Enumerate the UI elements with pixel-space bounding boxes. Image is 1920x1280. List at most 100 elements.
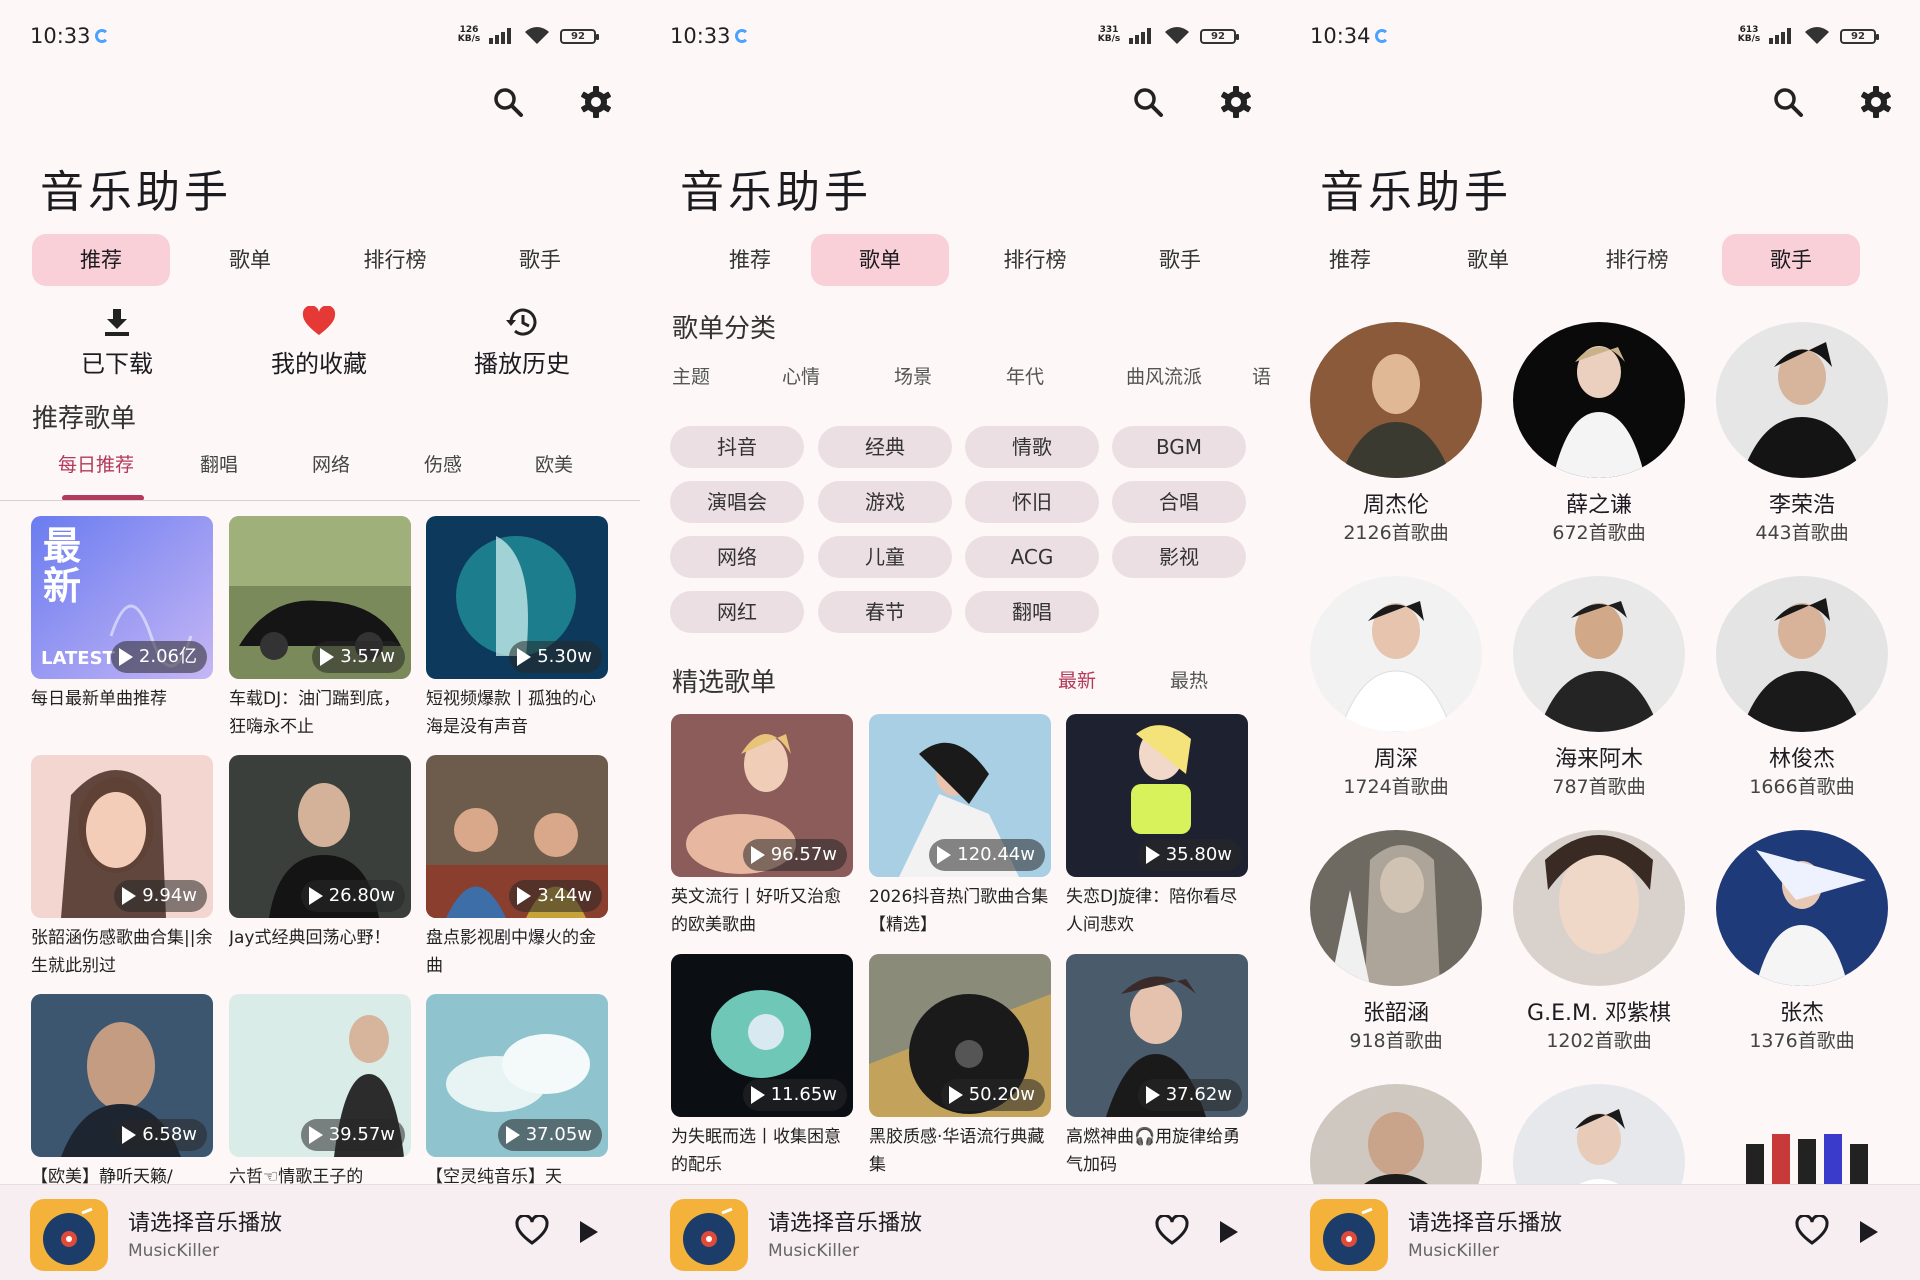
- playlist-card[interactable]: 96.57w 英文流行丨好听又治愈的欧美歌曲: [671, 714, 853, 939]
- artist-card[interactable]: 张韶涵 918首歌曲: [1310, 830, 1482, 1054]
- playlist-title: Jay式经典回荡心野！: [229, 928, 391, 948]
- subtab-cover[interactable]: 翻唱: [200, 450, 238, 477]
- artist-card[interactable]: 李荣浩 443首歌曲: [1716, 322, 1888, 546]
- sort-hottest[interactable]: 最热: [1170, 666, 1208, 693]
- chip[interactable]: 合唱: [1112, 481, 1246, 523]
- play-count: 11.65w: [742, 1079, 847, 1111]
- subtab-network[interactable]: 网络: [312, 450, 350, 477]
- chip[interactable]: ACG: [965, 536, 1099, 578]
- search-icon[interactable]: [1768, 82, 1808, 122]
- chip[interactable]: BGM: [1112, 426, 1246, 468]
- play-count: 6.58w: [114, 1119, 207, 1151]
- play-icon[interactable]: [580, 1221, 598, 1243]
- tab-charts[interactable]: 排行榜: [330, 234, 460, 286]
- heart-outline-icon[interactable]: [514, 1215, 550, 1247]
- gear-icon[interactable]: [1856, 82, 1896, 122]
- history-button[interactable]: 播放历史: [447, 306, 597, 379]
- chip[interactable]: 影视: [1112, 536, 1246, 578]
- playlist-card[interactable]: 50.20w 黑胶质感·华语流行典藏集: [869, 954, 1051, 1179]
- tab-playlists[interactable]: 歌单: [200, 234, 300, 286]
- main-tabs: 推荐 歌单 排行榜 歌手: [670, 234, 1250, 286]
- mini-player[interactable]: 请选择音乐播放 MusicKiller: [640, 1184, 1280, 1280]
- sort-newest[interactable]: 最新: [1058, 666, 1096, 693]
- chip[interactable]: 游戏: [818, 481, 952, 523]
- tab-recommend[interactable]: 推荐: [1300, 234, 1400, 286]
- tab-recommend[interactable]: 推荐: [700, 234, 800, 286]
- category-tab[interactable]: 语: [1252, 362, 1271, 389]
- tab-playlists[interactable]: 歌单: [1438, 234, 1538, 286]
- tab-artists[interactable]: 歌手: [1722, 234, 1860, 286]
- chip[interactable]: 怀旧: [965, 481, 1099, 523]
- playlist-card[interactable]: 11.65w 为失眠而选丨收集困意的配乐: [671, 954, 853, 1179]
- artist-name: 张韶涵: [1362, 1001, 1429, 1026]
- subtab-western[interactable]: 欧美: [535, 450, 573, 477]
- subtab-daily[interactable]: 每日推荐: [58, 450, 134, 477]
- playlist-card[interactable]: 3.44w 盘点影视剧中爆火的金曲: [426, 755, 608, 980]
- tab-artists[interactable]: 歌手: [490, 234, 590, 286]
- category-tabs: 主题 心情 场景 年代 曲风流派 语: [672, 362, 1280, 392]
- heart-outline-icon[interactable]: [1794, 1215, 1830, 1247]
- chip[interactable]: 抖音: [670, 426, 804, 468]
- playlist-card[interactable]: 9.94w 张韶涵伤感歌曲合集||余生就此别过: [31, 755, 213, 980]
- gear-icon[interactable]: [576, 82, 616, 122]
- artist-card[interactable]: 周深 1724首歌曲: [1310, 576, 1482, 800]
- play-icon[interactable]: [1220, 1221, 1238, 1243]
- play-icon: [1145, 1086, 1160, 1104]
- tab-charts[interactable]: 排行榜: [1572, 234, 1702, 286]
- playlist-card[interactable]: 5.30w 短视频爆款丨孤独的心海是没有声音: [426, 516, 608, 741]
- wifi-icon: [525, 27, 549, 44]
- chip[interactable]: 网红: [670, 591, 804, 633]
- chip[interactable]: 情歌: [965, 426, 1099, 468]
- tab-playlists[interactable]: 歌单: [811, 234, 949, 286]
- tab-charts[interactable]: 排行榜: [970, 234, 1100, 286]
- artist-card[interactable]: 薛之谦 672首歌曲: [1513, 322, 1685, 546]
- category-tab[interactable]: 场景: [894, 362, 932, 389]
- divider: [0, 500, 640, 501]
- tab-recommend[interactable]: 推荐: [32, 234, 170, 286]
- playlist-card[interactable]: 3.57w 车载DJ：油门踹到底，狂嗨永不止: [229, 516, 411, 741]
- playlist-card[interactable]: 120.44w 2026抖音热门歌曲合集【精选】: [869, 714, 1051, 939]
- category-tab[interactable]: 心情: [782, 362, 820, 389]
- heart-outline-icon[interactable]: [1154, 1215, 1190, 1247]
- chip[interactable]: 儿童: [818, 536, 952, 578]
- search-icon[interactable]: [488, 82, 528, 122]
- gear-icon[interactable]: [1216, 82, 1256, 122]
- artist-name: 海来阿木: [1554, 747, 1643, 772]
- chip[interactable]: 网络: [670, 536, 804, 578]
- artist-card[interactable]: G.E.M. 邓紫棋 1202首歌曲: [1513, 830, 1685, 1054]
- artist-name: 周深: [1373, 747, 1418, 772]
- subtab-sad[interactable]: 伤感: [424, 450, 462, 477]
- playlist-cover: 50.20w: [869, 954, 1051, 1117]
- artist-card[interactable]: 海来阿木 787首歌曲: [1513, 576, 1685, 800]
- player-subtitle: MusicKiller: [768, 1241, 860, 1261]
- search-icon[interactable]: [1128, 82, 1168, 122]
- playlist-card[interactable]: 26.80w Jay式经典回荡心野！: [229, 755, 411, 980]
- artist-card[interactable]: 周杰伦 2126首歌曲: [1310, 322, 1482, 546]
- favorites-button[interactable]: 我的收藏: [244, 306, 394, 379]
- sync-icon: [1375, 29, 1389, 43]
- category-tab[interactable]: 曲风流派: [1126, 362, 1202, 389]
- signal-icon: [489, 28, 511, 44]
- mini-player[interactable]: 请选择音乐播放 MusicKiller: [0, 1184, 640, 1280]
- player-subtitle: MusicKiller: [1408, 1241, 1500, 1261]
- chip[interactable]: 经典: [818, 426, 952, 468]
- playlist-title: 车载DJ：油门踹到底，狂嗨永不止: [229, 689, 401, 737]
- playlist-card[interactable]: 35.80w 失恋DJ旋律：陪你看尽人间悲欢: [1066, 714, 1248, 939]
- category-tab[interactable]: 年代: [1006, 362, 1044, 389]
- mini-player[interactable]: 请选择音乐播放 MusicKiller: [1280, 1184, 1920, 1280]
- chip[interactable]: 春节: [818, 591, 952, 633]
- artist-card[interactable]: 林俊杰 1666首歌曲: [1716, 576, 1888, 800]
- chip[interactable]: 翻唱: [965, 591, 1099, 633]
- playlist-card[interactable]: 37.62w 高燃神曲🎧用旋律给勇气加码: [1066, 954, 1248, 1179]
- chip[interactable]: 演唱会: [670, 481, 804, 523]
- playlist-card[interactable]: 最新 LATEST 2.06亿 每日最新单曲推荐: [31, 516, 213, 741]
- artist-card[interactable]: 张杰 1376首歌曲: [1716, 830, 1888, 1054]
- artist-song-count: 443首歌曲: [1755, 522, 1849, 544]
- downloaded-button[interactable]: 已下载: [42, 306, 192, 379]
- category-tab[interactable]: 主题: [672, 362, 710, 389]
- playlist-cover: 120.44w: [869, 714, 1051, 877]
- tab-artists[interactable]: 歌手: [1130, 234, 1230, 286]
- play-icon[interactable]: [1860, 1221, 1878, 1243]
- playlist-title: 盘点影视剧中爆火的金曲: [426, 928, 596, 976]
- downloaded-label: 已下载: [81, 350, 153, 378]
